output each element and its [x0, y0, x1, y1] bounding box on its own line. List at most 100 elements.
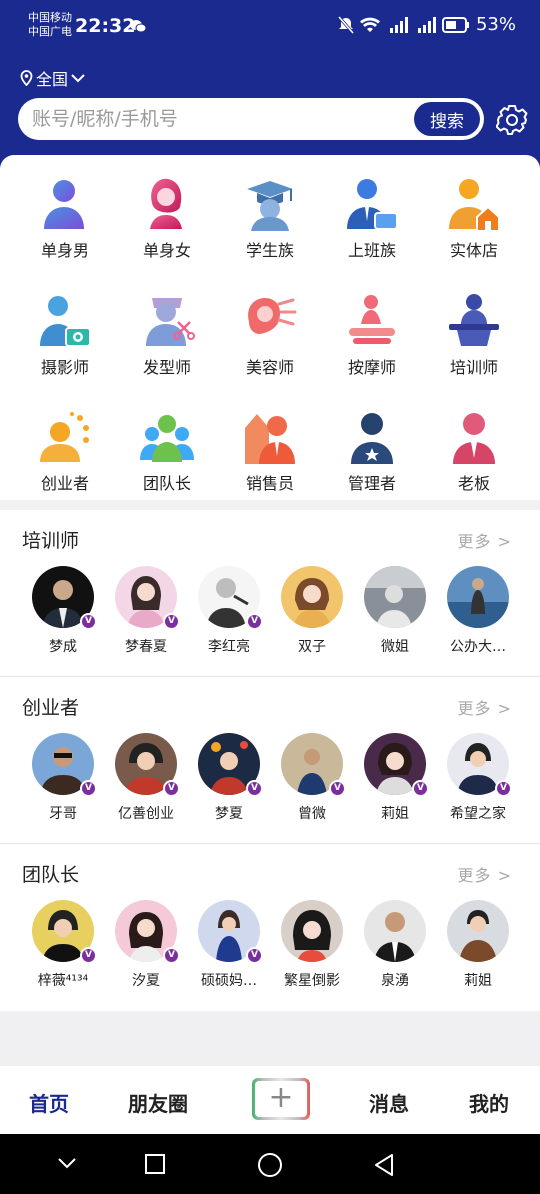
person-card[interactable]: V 希望之家: [438, 733, 518, 823]
beautician-icon: [248, 298, 297, 334]
category-label: 学生族: [245, 241, 294, 260]
category-entrepreneur[interactable]: 创业者: [15, 408, 115, 494]
more-link[interactable]: 更多 >: [458, 862, 513, 886]
nav-home-icon[interactable]: [257, 1152, 283, 1178]
bottom-tab-bar: 首页 朋友圈 + 消息 我的: [0, 1066, 540, 1134]
category-manager[interactable]: 管理者: [322, 408, 422, 494]
more-link[interactable]: 更多 >: [458, 528, 513, 552]
signal-5g-icon: [417, 16, 436, 33]
category-masseur[interactable]: 按摩师: [322, 292, 422, 378]
person-name: 硕硕妈…: [201, 973, 257, 989]
search-button[interactable]: 搜索: [414, 102, 480, 136]
hairdresser-icon: [146, 298, 195, 346]
avatar: V: [115, 900, 180, 964]
wifi-icon: [359, 17, 380, 32]
category-label: 培训师: [449, 358, 498, 377]
single-woman-icon: [150, 178, 182, 229]
verified-badge: V: [163, 613, 180, 630]
location-selector[interactable]: 全国: [20, 66, 85, 90]
battery-icon: [441, 16, 469, 33]
person-card[interactable]: V 莉姐: [355, 733, 435, 823]
person-name: 希望之家: [450, 806, 506, 822]
category-label: 创业者: [40, 474, 89, 493]
person-card[interactable]: 公办大…: [438, 566, 518, 656]
category-salesperson[interactable]: 销售员: [220, 408, 320, 494]
location-label: 全国: [36, 70, 69, 89]
person-card[interactable]: V 梦成: [23, 566, 103, 656]
category-label: 按摩师: [347, 358, 396, 377]
status-bar: 中国移动 中国广电 22:32 53%: [0, 0, 540, 56]
category-store[interactable]: 实体店: [424, 175, 524, 261]
more-link[interactable]: 更多 >: [458, 695, 513, 719]
category-beautician[interactable]: 美容师: [220, 292, 320, 378]
tab-me[interactable]: 我的: [469, 1088, 509, 1117]
person-name: 曾微: [298, 806, 326, 822]
category-boss[interactable]: 老板: [424, 408, 524, 494]
category-team-leader[interactable]: 团队长: [117, 408, 217, 494]
verified-badge: V: [80, 780, 97, 797]
category-single-man[interactable]: 单身男: [15, 175, 115, 261]
category-office-worker[interactable]: 上班族: [322, 175, 422, 261]
person-name: 亿善创业: [118, 806, 174, 822]
nav-collapse-icon[interactable]: [57, 1156, 77, 1170]
nav-recents-icon[interactable]: [144, 1153, 166, 1175]
store-icon: [449, 179, 500, 232]
person-card[interactable]: 繁星倒影: [272, 900, 352, 990]
person-card[interactable]: 莉姐: [438, 900, 518, 990]
avatar: V: [198, 900, 263, 964]
gear-icon[interactable]: [496, 104, 528, 136]
category-photographer[interactable]: 摄影师: [15, 292, 115, 378]
category-trainer[interactable]: 培训师: [424, 292, 524, 378]
person-card[interactable]: V 硕硕妈…: [189, 900, 269, 990]
verified-badge: V: [246, 613, 263, 630]
person-card[interactable]: V 牙哥: [23, 733, 103, 823]
avatar: [281, 566, 343, 628]
tab-moments[interactable]: 朋友圈: [128, 1088, 188, 1117]
section-title: 培训师: [22, 530, 80, 552]
person-card[interactable]: V 曾微: [272, 733, 352, 823]
category-label: 单身女: [142, 241, 191, 260]
location-pin-icon: [20, 70, 33, 86]
avatar: V: [32, 733, 97, 797]
post-button[interactable]: +: [252, 1078, 310, 1120]
person-card[interactable]: V 梦春夏: [106, 566, 186, 656]
person-name: 汐夏: [132, 973, 160, 989]
tab-home[interactable]: 首页: [29, 1088, 69, 1117]
person-card[interactable]: 微姐: [355, 566, 435, 656]
person-card[interactable]: V 汐夏: [106, 900, 186, 990]
category-single-woman[interactable]: 单身女: [117, 175, 217, 261]
search-input[interactable]: [32, 98, 392, 140]
tab-messages[interactable]: 消息: [369, 1088, 409, 1117]
person-card[interactable]: V 亿善创业: [106, 733, 186, 823]
wechat-icon: [130, 20, 146, 33]
category-label: 发型师: [142, 358, 191, 377]
system-nav-bar: [0, 1134, 540, 1194]
chevron-down-icon: [71, 74, 85, 83]
verified-badge: V: [329, 780, 346, 797]
person-card[interactable]: V 梓薇⁴¹³⁴: [23, 900, 103, 990]
clock: 22:32: [75, 15, 136, 37]
footer-spacer: [0, 1011, 540, 1066]
carrier-2: 中国广电: [28, 25, 72, 38]
person-card[interactable]: 双子: [272, 566, 352, 656]
person-name: 李红亮: [208, 639, 250, 655]
person-name: 梦春夏: [125, 639, 167, 655]
section-entrepreneurs: 创业者 更多 > V 牙哥 V 亿善创业 V 梦夏 V 曾微 V 莉姐 V 希望…: [0, 677, 540, 843]
category-hairdresser[interactable]: 发型师: [117, 292, 217, 378]
nav-back-icon[interactable]: [372, 1152, 396, 1178]
category-label: 美容师: [245, 358, 294, 377]
person-name: 双子: [298, 639, 326, 655]
carrier-info: 中国移动 中国广电: [28, 11, 72, 39]
person-card[interactable]: V 梦夏: [189, 733, 269, 823]
header: 中国移动 中国广电 22:32 53% 全国 搜索: [0, 0, 540, 175]
person-name: 公办大…: [450, 639, 506, 655]
avatar: [364, 566, 426, 628]
section-title: 创业者: [22, 697, 80, 719]
trainer-icon: [449, 294, 499, 346]
person-name: 梦成: [49, 639, 77, 655]
verified-badge: V: [163, 947, 180, 964]
person-card[interactable]: V 李红亮: [189, 566, 269, 656]
person-card[interactable]: 泉湧: [355, 900, 435, 990]
category-student[interactable]: 学生族: [220, 175, 320, 261]
section-trainers: 培训师 更多 > V 梦成 V 梦春夏 V 李红亮 双子 微姐 公办大…: [0, 510, 540, 676]
